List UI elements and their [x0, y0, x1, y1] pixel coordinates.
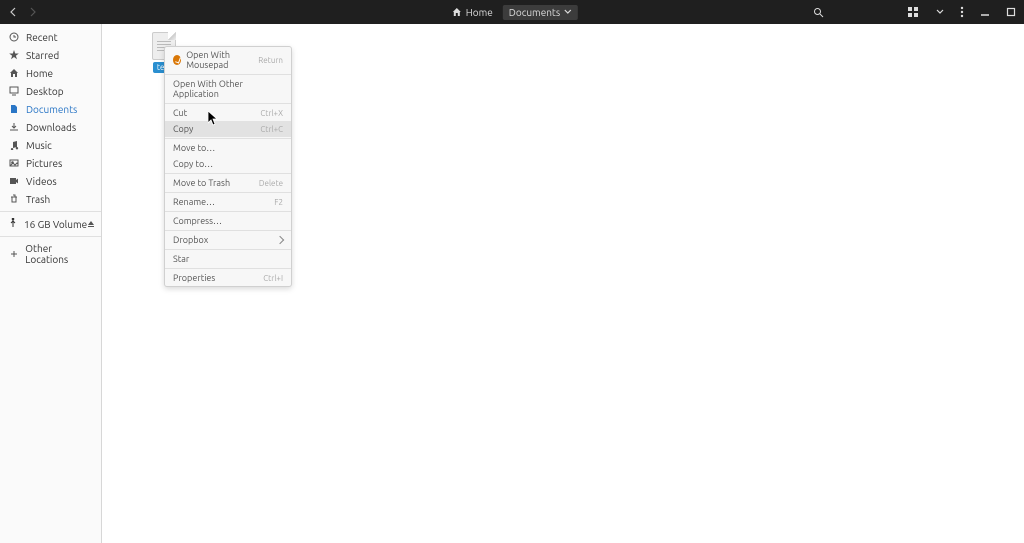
- sidebar-item-volume[interactable]: 16 GB Volume: [0, 215, 101, 233]
- clock-icon: [8, 31, 20, 43]
- sidebar: Recent Starred Home Desktop Documents Do…: [0, 24, 102, 543]
- nav-forward-button[interactable]: [26, 6, 38, 18]
- menu-item-label: Copy to…: [173, 159, 213, 169]
- chevron-down-icon: [564, 8, 572, 16]
- menu-star[interactable]: Star: [165, 251, 291, 267]
- breadcrumb-documents[interactable]: Documents: [503, 5, 578, 20]
- menu-accelerator: Ctrl+X: [260, 109, 283, 118]
- menu-separator: [165, 268, 291, 269]
- menu-accelerator: Ctrl+C: [260, 125, 283, 134]
- sidebar-item-label: Other Locations: [25, 243, 93, 265]
- breadcrumb: Home Documents: [446, 5, 578, 20]
- menu-item-label: Dropbox: [173, 235, 208, 245]
- menu-item-label: Move to Trash: [173, 178, 230, 188]
- sidebar-item-label: Music: [26, 140, 52, 151]
- sidebar-item-other-locations[interactable]: Other Locations: [0, 240, 101, 268]
- menu-rename[interactable]: Rename… F2: [165, 194, 291, 210]
- sidebar-item-label: Documents: [26, 104, 77, 115]
- menu-accelerator: Delete: [259, 179, 283, 188]
- sidebar-item-label: Starred: [26, 50, 59, 61]
- view-toggle-button[interactable]: [908, 7, 920, 17]
- menu-separator: [165, 211, 291, 212]
- menu-separator: [165, 173, 291, 174]
- sidebar-item-home[interactable]: Home: [0, 64, 101, 82]
- menu-item-label: Rename…: [173, 197, 215, 207]
- menu-open-with-other[interactable]: Open With Other Application: [165, 76, 291, 102]
- menu-item-label: Move to…: [173, 143, 215, 153]
- chevron-right-icon: [276, 236, 284, 244]
- download-icon: [8, 121, 20, 133]
- sidebar-item-label: 16 GB Volume: [24, 219, 87, 230]
- menu-item-label: Star: [173, 254, 189, 264]
- videos-icon: [8, 175, 20, 187]
- trash-icon: [8, 193, 20, 205]
- menu-separator: [165, 138, 291, 139]
- breadcrumb-label: Home: [466, 7, 493, 18]
- desktop-icon: [8, 85, 20, 97]
- menu-item-label: Compress…: [173, 216, 222, 226]
- hamburger-menu-button[interactable]: [960, 6, 964, 18]
- context-menu: Open With Mousepad Return Open With Othe…: [164, 46, 292, 287]
- menu-separator: [165, 103, 291, 104]
- sidebar-item-desktop[interactable]: Desktop: [0, 82, 101, 100]
- menu-separator: [165, 74, 291, 75]
- menu-item-label: Open With Other Application: [173, 79, 283, 99]
- sidebar-item-videos[interactable]: Videos: [0, 172, 101, 190]
- sidebar-separator: [0, 236, 101, 237]
- minimize-button[interactable]: [980, 7, 990, 17]
- mousepad-app-icon: [173, 55, 181, 65]
- menu-copy[interactable]: Copy Ctrl+C: [165, 121, 291, 137]
- maximize-restore-button[interactable]: [1006, 7, 1016, 17]
- sidebar-item-label: Trash: [26, 194, 50, 205]
- sidebar-item-starred[interactable]: Starred: [0, 46, 101, 64]
- sidebar-item-label: Home: [26, 68, 53, 79]
- sidebar-item-music[interactable]: Music: [0, 136, 101, 154]
- sidebar-item-downloads[interactable]: Downloads: [0, 118, 101, 136]
- sidebar-item-pictures[interactable]: Pictures: [0, 154, 101, 172]
- pictures-icon: [8, 157, 20, 169]
- sidebar-item-label: Downloads: [26, 122, 76, 133]
- topbar: Home Documents: [0, 0, 1024, 24]
- search-button[interactable]: [813, 7, 824, 18]
- file-view[interactable]: test Open With Mousepad Return Open With…: [102, 24, 1024, 543]
- menu-item-label: Copy: [173, 124, 193, 134]
- sidebar-item-label: Videos: [26, 176, 57, 187]
- sidebar-item-label: Desktop: [26, 86, 64, 97]
- menu-separator: [165, 192, 291, 193]
- sidebar-item-recent[interactable]: Recent: [0, 28, 101, 46]
- view-options-chevron[interactable]: [936, 8, 944, 16]
- plus-icon: [8, 248, 19, 260]
- sidebar-item-label: Pictures: [26, 158, 62, 169]
- star-icon: [8, 49, 20, 61]
- usb-icon: [8, 218, 18, 230]
- menu-accelerator: F2: [274, 198, 283, 207]
- menu-accelerator: Ctrl+I: [263, 274, 283, 283]
- menu-separator: [165, 230, 291, 231]
- sidebar-item-label: Recent: [26, 32, 58, 43]
- eject-button[interactable]: [87, 219, 95, 230]
- menu-move-to-trash[interactable]: Move to Trash Delete: [165, 175, 291, 191]
- menu-item-label: Cut: [173, 108, 187, 118]
- menu-cut[interactable]: Cut Ctrl+X: [165, 105, 291, 121]
- nav-back-button[interactable]: [8, 6, 20, 18]
- menu-item-label: Properties: [173, 273, 215, 283]
- sidebar-separator: [0, 211, 101, 212]
- sidebar-item-documents[interactable]: Documents: [0, 100, 101, 118]
- menu-compress[interactable]: Compress…: [165, 213, 291, 229]
- documents-icon: [8, 103, 20, 115]
- home-icon: [8, 67, 20, 79]
- menu-move-to[interactable]: Move to…: [165, 140, 291, 156]
- sidebar-item-trash[interactable]: Trash: [0, 190, 101, 208]
- menu-properties[interactable]: Properties Ctrl+I: [165, 270, 291, 286]
- breadcrumb-home[interactable]: Home: [446, 5, 499, 20]
- menu-copy-to[interactable]: Copy to…: [165, 156, 291, 172]
- menu-item-label: Open With Mousepad: [186, 50, 258, 70]
- menu-dropbox[interactable]: Dropbox: [165, 232, 291, 248]
- menu-open-with-mousepad[interactable]: Open With Mousepad Return: [165, 47, 291, 73]
- breadcrumb-label: Documents: [509, 7, 560, 18]
- menu-accelerator: Return: [258, 56, 283, 65]
- menu-separator: [165, 249, 291, 250]
- music-icon: [8, 139, 20, 151]
- home-icon: [452, 7, 462, 17]
